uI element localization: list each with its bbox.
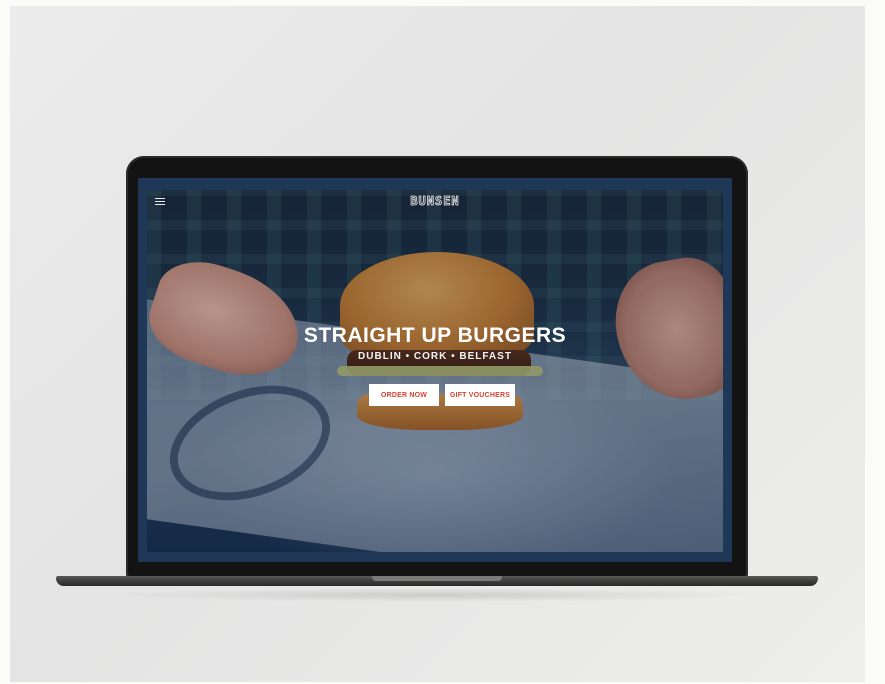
hero-locations: DUBLIN • CORK • BELFAST	[358, 351, 512, 362]
laptop-hinge-notch	[372, 576, 502, 581]
laptop-screen: BUNSEN STRAIGHT UP BURGERS DUBLIN • CORK…	[138, 178, 732, 562]
hero-overlay	[147, 190, 723, 552]
hero-section: BUNSEN STRAIGHT UP BURGERS DUBLIN • CORK…	[147, 190, 723, 552]
laptop-mockup: BUNSEN STRAIGHT UP BURGERS DUBLIN • CORK…	[56, 156, 818, 606]
site-logo[interactable]: BUNSEN	[147, 194, 723, 209]
gift-vouchers-button[interactable]: GIFT VOUCHERS	[445, 384, 515, 406]
hero-headline: STRAIGHT UP BURGERS	[303, 324, 567, 347]
order-now-button[interactable]: ORDER NOW	[369, 384, 439, 406]
laptop-shadow	[106, 588, 768, 602]
